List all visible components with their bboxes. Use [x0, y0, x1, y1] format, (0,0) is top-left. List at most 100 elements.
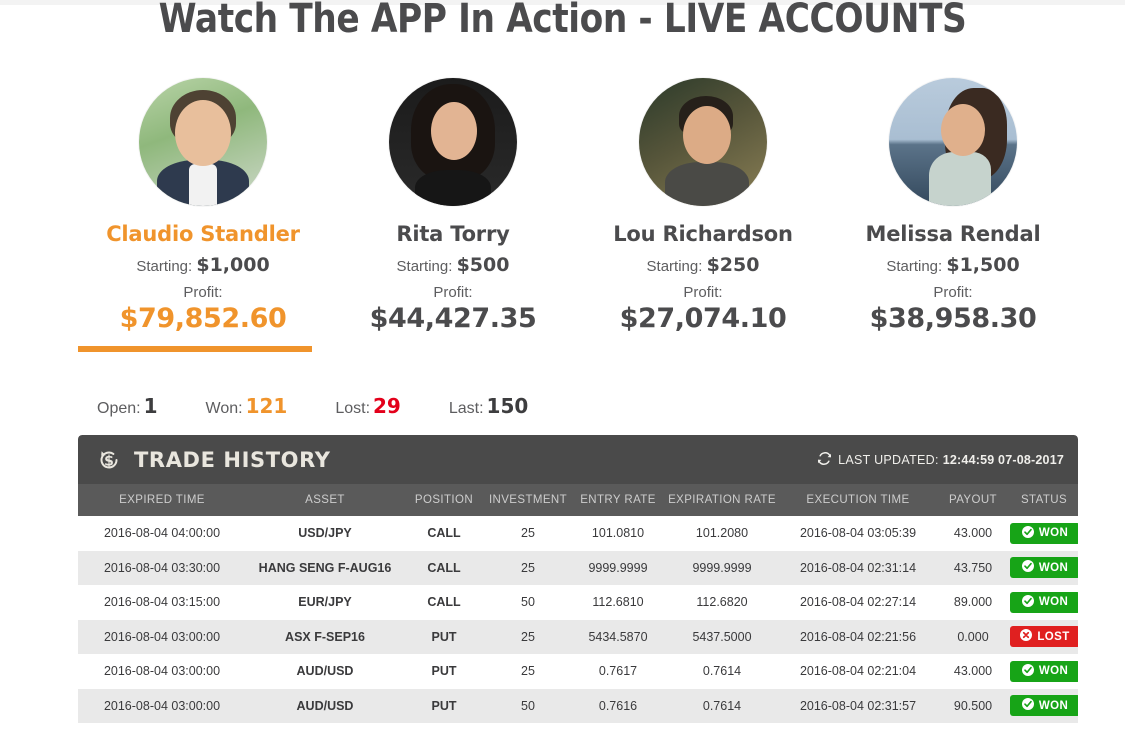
check-circle-icon: [1021, 594, 1039, 610]
trader-card-2[interactable]: Rita Torry Starting: $500 Profit: $44,427.3…: [328, 78, 578, 334]
avatar-lou-richardson: [639, 78, 767, 206]
trader-card-3[interactable]: Lou Richardson Starting: $250 Profit: $27,0…: [578, 78, 828, 334]
last-updated-value: 12:44:59 07-08-2017: [942, 452, 1064, 467]
active-trader-underline: [78, 346, 312, 352]
cell-investment: 25: [484, 619, 572, 654]
stat-label: Open:: [97, 400, 141, 417]
cell-investment: 25: [484, 550, 572, 585]
cell-payout: 43.750: [936, 550, 1010, 585]
cell-status: WON: [1010, 550, 1078, 585]
table-header-row: EXPIRED TIME ASSET POSITION INVESTMENT ENTRY…: [78, 484, 1078, 516]
starting-label: Starting:: [136, 258, 193, 275]
stat-label: Lost:: [335, 400, 371, 417]
profit-label: Profit:: [683, 284, 723, 301]
table-row[interactable]: 2016-08-04 03:00:00 AUD/USD PUT 50 0.7616 0.7…: [78, 688, 1078, 723]
cell-asset: EUR/JPY: [246, 585, 404, 620]
column-header[interactable]: POSITION: [404, 484, 484, 516]
status-badge: WON: [1010, 557, 1078, 579]
cell-entry-rate: 112.6810: [572, 585, 664, 620]
trade-history-header: $ TRADE HISTORY LAST UPDATED: 12:44:59 0…: [78, 435, 1078, 484]
profit-label: Profit:: [183, 284, 223, 301]
cell-expiration-rate: 101.2080: [664, 516, 780, 551]
cell-entry-rate: 0.7617: [572, 654, 664, 689]
column-header[interactable]: EXPIRED TIME: [78, 484, 246, 516]
cell-payout: 89.000: [936, 585, 1010, 620]
cell-payout: 0.000: [936, 619, 1010, 654]
stat-last: Last: 150: [449, 394, 528, 418]
cell-entry-rate: 9999.9999: [572, 550, 664, 585]
stat-value: 1: [143, 394, 158, 418]
cell-expired-time: 2016-08-04 03:30:00: [78, 550, 246, 585]
stat-label: Won:: [205, 400, 243, 417]
trader-name: Claudio Standler: [106, 222, 300, 246]
starting-value: $500: [456, 254, 510, 276]
cell-execution-time: 2016-08-04 02:21:04: [780, 654, 936, 689]
cell-status: WON: [1010, 688, 1078, 723]
table-row[interactable]: 2016-08-04 03:30:00 HANG SENG F-AUG16 CALL…: [78, 550, 1078, 585]
status-label: WON: [1038, 596, 1069, 609]
last-updated-label: LAST UPDATED:: [838, 452, 939, 467]
trader-name: Melissa Rendal: [865, 222, 1041, 246]
status-badge: WON: [1010, 695, 1078, 717]
trade-stats: Open: 1 Won: 121 Lost: 29 Last: 150: [97, 394, 576, 418]
column-header[interactable]: ASSET: [246, 484, 404, 516]
profit-label: Profit:: [933, 284, 973, 301]
cell-asset: ASX F-SEP16: [246, 619, 404, 654]
trade-history-table: EXPIRED TIME ASSET POSITION INVESTMENT ENTRY…: [78, 484, 1078, 723]
cell-position: CALL: [404, 550, 484, 585]
column-header[interactable]: EXPIRATION RATE: [664, 484, 780, 516]
cell-investment: 25: [484, 516, 572, 551]
cell-execution-time: 2016-08-04 03:05:39: [780, 516, 936, 551]
profit-value: $79,852.60: [119, 303, 287, 334]
cell-asset: AUD/USD: [246, 654, 404, 689]
cell-position: CALL: [404, 516, 484, 551]
status-badge: WON: [1010, 660, 1078, 682]
table-head: EXPIRED TIME ASSET POSITION INVESTMENT ENTRY…: [78, 484, 1078, 516]
cell-execution-time: 2016-08-04 02:31:57: [780, 688, 936, 723]
cell-entry-rate: 0.7616: [572, 688, 664, 723]
svg-text:$: $: [104, 453, 114, 469]
status-badge: WON: [1010, 591, 1078, 613]
cell-status: WON: [1010, 654, 1078, 689]
cell-expired-time: 2016-08-04 03:15:00: [78, 585, 246, 620]
x-circle-icon: [1020, 629, 1037, 644]
profit-label: Profit:: [433, 284, 473, 301]
stat-value: 150: [486, 394, 529, 418]
trader-card-1[interactable]: Claudio Standler Starting: $1,000 Profit: $…: [78, 78, 328, 352]
cell-asset: AUD/USD: [246, 688, 404, 723]
stat-lost: Lost: 29: [335, 394, 401, 418]
cell-expiration-rate: 112.6820: [664, 585, 780, 620]
trader-card-4[interactable]: Melissa Rendal Starting: $1,500 Profit: $38…: [828, 78, 1078, 334]
refresh-icon: [817, 451, 832, 468]
table-row[interactable]: 2016-08-04 03:00:00 AUD/USD PUT 25 0.7617 0.7…: [78, 654, 1078, 689]
cell-position: PUT: [404, 654, 484, 689]
stat-label: Last:: [448, 400, 484, 417]
cell-entry-rate: 5434.5870: [572, 619, 664, 654]
cell-payout: 43.000: [936, 516, 1010, 551]
refresh-dollar-icon: $: [96, 447, 122, 473]
table-row[interactable]: 2016-08-04 03:00:00 ASX F-SEP16 PUT 25 5434.…: [78, 619, 1078, 654]
starting-value: $1,000: [196, 254, 270, 276]
column-header[interactable]: PAYOUT: [936, 484, 1010, 516]
table-row[interactable]: 2016-08-04 04:00:00 USD/JPY CALL 25 101.0810…: [78, 516, 1078, 551]
cell-expired-time: 2016-08-04 03:00:00: [78, 619, 246, 654]
trader-starting: Starting: $500: [328, 254, 578, 276]
cell-expiration-rate: 0.7614: [664, 688, 780, 723]
column-header[interactable]: STATUS: [1010, 484, 1078, 516]
column-header[interactable]: EXECUTION TIME: [780, 484, 936, 516]
status-label: WON: [1038, 699, 1069, 712]
cell-asset: HANG SENG F-AUG16: [246, 550, 404, 585]
profit-value: $27,074.10: [619, 303, 787, 334]
trader-starting: Starting: $250: [578, 254, 828, 276]
column-header[interactable]: ENTRY RATE: [572, 484, 664, 516]
starting-value: $250: [706, 254, 760, 276]
table-row[interactable]: 2016-08-04 03:15:00 EUR/JPY CALL 50 112.6810…: [78, 585, 1078, 620]
cell-execution-time: 2016-08-04 02:31:14: [780, 550, 936, 585]
status-label: WON: [1038, 527, 1069, 540]
status-label: WON: [1038, 665, 1069, 678]
cell-status: WON: [1010, 585, 1078, 620]
profit-value: $38,958.30: [869, 303, 1037, 334]
profit-value: $44,427.35: [369, 303, 537, 334]
status-label: LOST: [1037, 630, 1070, 643]
column-header[interactable]: INVESTMENT: [484, 484, 572, 516]
